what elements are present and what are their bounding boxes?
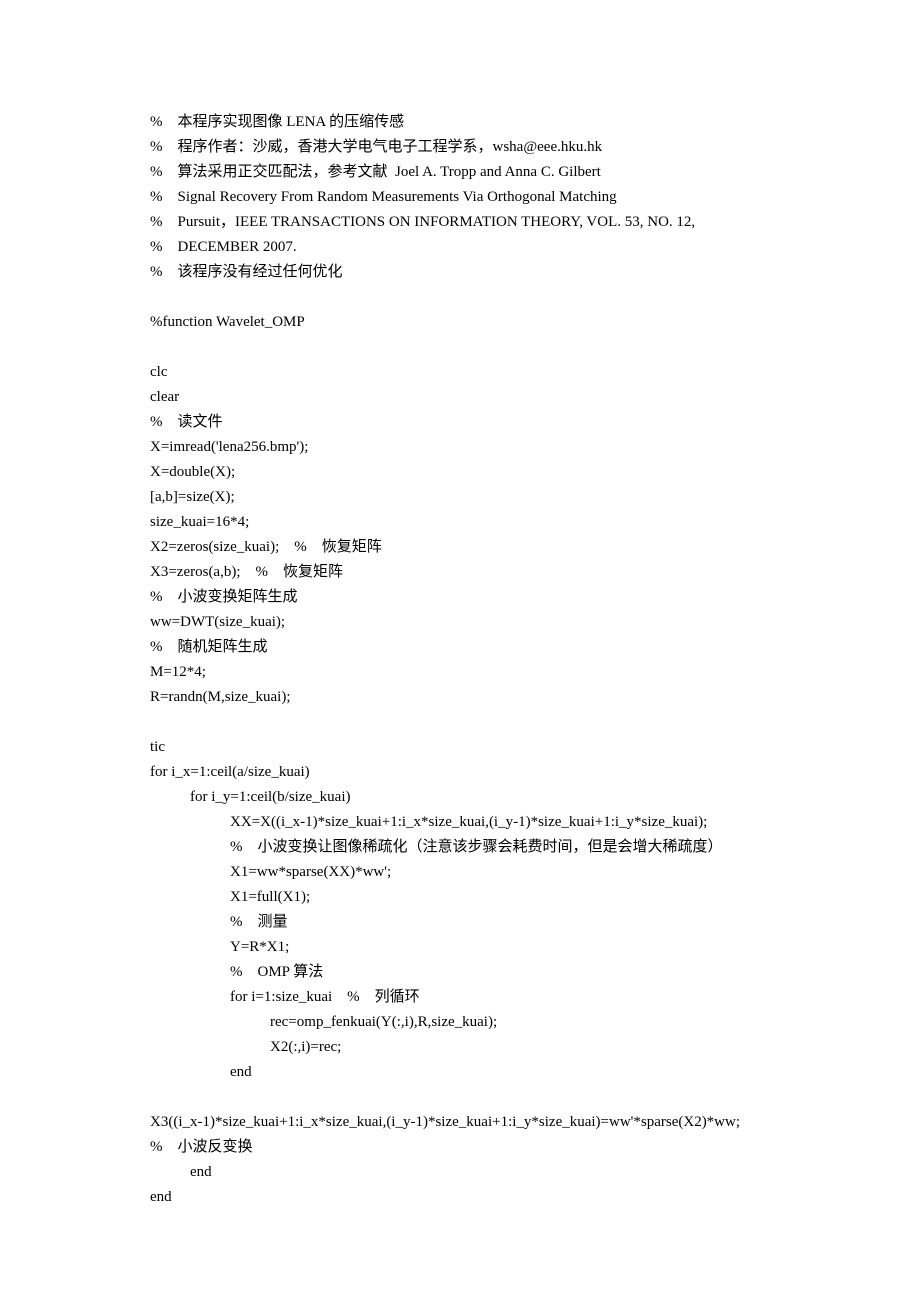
- code-line: % 读文件: [150, 410, 800, 435]
- code-line: % 小波反变换: [150, 1135, 800, 1160]
- code-line: clc: [150, 360, 800, 385]
- code-line: X2=zeros(size_kuai); % 恢复矩阵: [150, 535, 800, 560]
- code-line: % 随机矩阵生成: [150, 635, 800, 660]
- code-line: X1=full(X1);: [150, 885, 800, 910]
- code-line: Y=R*X1;: [150, 935, 800, 960]
- code-line: [150, 285, 800, 310]
- code-line: [150, 335, 800, 360]
- code-line: end: [150, 1160, 800, 1185]
- code-line: %function Wavelet_OMP: [150, 310, 800, 335]
- code-line: [150, 710, 800, 735]
- code-line: X=double(X);: [150, 460, 800, 485]
- code-line: X2(:,i)=rec;: [150, 1035, 800, 1060]
- code-line: clear: [150, 385, 800, 410]
- code-line: for i_x=1:ceil(a/size_kuai): [150, 760, 800, 785]
- code-line: % 小波变换矩阵生成: [150, 585, 800, 610]
- code-line: % 本程序实现图像 LENA 的压缩传感: [150, 110, 800, 135]
- code-line: tic: [150, 735, 800, 760]
- code-line: M=12*4;: [150, 660, 800, 685]
- code-line: % Signal Recovery From Random Measuremen…: [150, 185, 800, 210]
- code-line: X1=ww*sparse(XX)*ww';: [150, 860, 800, 885]
- code-line: for i=1:size_kuai % 列循环: [150, 985, 800, 1010]
- code-line: [a,b]=size(X);: [150, 485, 800, 510]
- code-line: [150, 1085, 800, 1110]
- code-line: X3=zeros(a,b); % 恢复矩阵: [150, 560, 800, 585]
- code-line: % 算法采用正交匹配法，参考文献 Joel A. Tropp and Anna …: [150, 160, 800, 185]
- code-line: rec=omp_fenkuai(Y(:,i),R,size_kuai);: [150, 1010, 800, 1035]
- code-line: % 该程序没有经过任何优化: [150, 260, 800, 285]
- code-line: R=randn(M,size_kuai);: [150, 685, 800, 710]
- code-line: % 测量: [150, 910, 800, 935]
- code-line: for i_y=1:ceil(b/size_kuai): [150, 785, 800, 810]
- code-line: end: [150, 1060, 800, 1085]
- code-line: size_kuai=16*4;: [150, 510, 800, 535]
- code-line: % OMP 算法: [150, 960, 800, 985]
- code-document: % 本程序实现图像 LENA 的压缩传感% 程序作者：沙威，香港大学电气电子工程…: [0, 0, 920, 1302]
- code-line: % 程序作者：沙威，香港大学电气电子工程学系，wsha@eee.hku.hk: [150, 135, 800, 160]
- code-line: XX=X((i_x-1)*size_kuai+1:i_x*size_kuai,(…: [150, 810, 800, 835]
- code-line: % 小波变换让图像稀疏化（注意该步骤会耗费时间，但是会增大稀疏度）: [150, 835, 800, 860]
- code-line: X=imread('lena256.bmp');: [150, 435, 800, 460]
- code-line: % DECEMBER 2007.: [150, 235, 800, 260]
- code-line: end: [150, 1185, 800, 1210]
- code-line: ww=DWT(size_kuai);: [150, 610, 800, 635]
- code-line: X3((i_x-1)*size_kuai+1:i_x*size_kuai,(i_…: [150, 1110, 800, 1135]
- code-line: % Pursuit，IEEE TRANSACTIONS ON INFORMATI…: [150, 210, 800, 235]
